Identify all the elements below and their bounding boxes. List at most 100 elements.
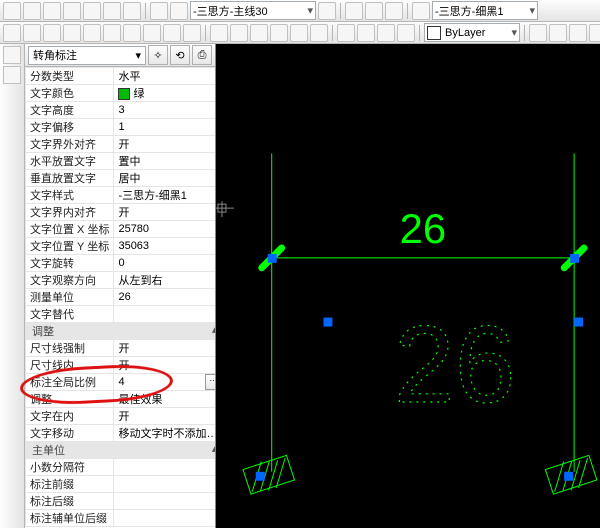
property-row[interactable]: 标注辅单位后缀 xyxy=(26,510,216,527)
property-value[interactable] xyxy=(114,459,215,476)
tool-icon[interactable] xyxy=(377,24,395,42)
tool-icon[interactable] xyxy=(63,2,81,20)
tool-icon[interactable] xyxy=(63,24,81,42)
property-value[interactable]: 置中 xyxy=(114,153,215,170)
tool-icon[interactable] xyxy=(163,24,181,42)
cell-more-button[interactable]: ⋯ xyxy=(205,374,215,390)
property-row[interactable]: 测量单位26 xyxy=(26,289,216,306)
property-row[interactable]: 文字观察方向从左到右 xyxy=(26,272,216,289)
palette-button[interactable]: ⟲ xyxy=(170,45,190,65)
property-row[interactable]: 标注前缀 xyxy=(26,476,216,493)
property-row[interactable]: 标注全局比例4⋯ xyxy=(26,374,216,391)
property-row[interactable]: 小数分隔符 xyxy=(26,459,216,476)
property-row[interactable]: 文字高度3 xyxy=(26,102,216,119)
tool-icon[interactable] xyxy=(290,24,308,42)
property-row[interactable]: 尺寸线内开 xyxy=(26,357,216,374)
tool-icon[interactable] xyxy=(549,24,567,42)
property-row[interactable]: 文字移动移动文字时不添加… xyxy=(26,425,216,442)
tool-icon[interactable] xyxy=(3,2,21,20)
linestyle-combo[interactable]: -三思方-主线30 ▾ xyxy=(190,1,316,20)
tool-icon[interactable] xyxy=(310,24,328,42)
property-value[interactable]: 开 xyxy=(114,357,215,374)
property-value[interactable]: 1 xyxy=(114,119,215,136)
tool-icon[interactable] xyxy=(569,24,587,42)
tool-icon[interactable] xyxy=(23,2,41,20)
property-row[interactable]: 文字样式-三思方-细黑1 xyxy=(26,187,216,204)
tool-icon[interactable] xyxy=(210,24,228,42)
property-value[interactable]: 35063 xyxy=(114,238,215,255)
tool-icon[interactable] xyxy=(270,24,288,42)
property-value[interactable] xyxy=(114,493,215,510)
tool-icon[interactable] xyxy=(103,2,121,20)
property-row[interactable]: 调整最佳效果 xyxy=(26,391,216,408)
property-row[interactable]: 水平放置文字置中 xyxy=(26,153,216,170)
tool-icon[interactable] xyxy=(43,24,61,42)
tool-icon[interactable] xyxy=(43,2,61,20)
tool-icon[interactable] xyxy=(365,2,383,20)
property-value[interactable]: 从左到右 xyxy=(114,272,215,289)
object-type-selector[interactable]: 转角标注 ▾ xyxy=(28,46,146,65)
tool-icon[interactable] xyxy=(83,24,101,42)
tool-icon[interactable] xyxy=(345,2,363,20)
property-row[interactable]: 文字在内开 xyxy=(26,408,216,425)
tool-icon[interactable] xyxy=(23,24,41,42)
property-value[interactable]: 居中 xyxy=(114,170,215,187)
dock-icon[interactable] xyxy=(3,66,21,84)
property-row[interactable]: 文字偏移1 xyxy=(26,119,216,136)
property-value[interactable]: 绿 xyxy=(114,85,215,102)
property-row[interactable]: 文字替代 xyxy=(26,306,216,323)
tool-icon[interactable] xyxy=(397,24,415,42)
property-value[interactable]: 4⋯ xyxy=(114,374,215,391)
property-value[interactable]: 26 xyxy=(114,289,215,306)
property-row[interactable]: 文字旋转0 xyxy=(26,255,216,272)
textstyle-combo[interactable]: -三思方-细黑1 ▾ xyxy=(432,1,538,20)
tool-icon[interactable] xyxy=(230,24,248,42)
tool-icon[interactable] xyxy=(123,24,141,42)
tool-icon[interactable] xyxy=(318,2,336,20)
bylayer-combo[interactable]: ByLayer ▾ xyxy=(424,23,520,42)
tool-icon[interactable] xyxy=(143,24,161,42)
property-row[interactable]: 标注后缀 xyxy=(26,493,216,510)
property-value[interactable]: 移动文字时不添加… xyxy=(114,425,215,442)
property-value[interactable] xyxy=(114,306,215,323)
property-value[interactable]: -三思方-细黑1 xyxy=(114,187,215,204)
tool-icon[interactable] xyxy=(170,2,188,20)
property-value[interactable]: 开 xyxy=(114,204,215,221)
property-value[interactable] xyxy=(114,510,215,527)
text-icon[interactable] xyxy=(412,2,430,20)
tool-icon[interactable] xyxy=(103,24,121,42)
drawing-canvas[interactable]: 26 26 xyxy=(216,44,600,528)
property-row[interactable]: 文字界外对齐开 xyxy=(26,136,216,153)
property-value[interactable]: 开 xyxy=(114,408,215,425)
property-row[interactable]: 文字位置 Y 坐标35063 xyxy=(26,238,216,255)
dock-icon[interactable] xyxy=(3,46,21,64)
tool-icon[interactable] xyxy=(529,24,547,42)
property-value[interactable]: 25780 xyxy=(114,221,215,238)
palette-button[interactable]: ✧ xyxy=(148,45,168,65)
property-row[interactable]: 文字颜色绿 xyxy=(26,85,216,102)
property-value[interactable]: 开 xyxy=(114,136,215,153)
property-row[interactable]: 分数类型水平 xyxy=(26,68,216,85)
property-row[interactable]: 垂直放置文字居中 xyxy=(26,170,216,187)
property-value[interactable]: 0 xyxy=(114,255,215,272)
tool-icon[interactable] xyxy=(385,2,403,20)
palette-body[interactable]: 分数类型水平文字颜色绿文字高度3文字偏移1文字界外对齐开水平放置文字置中垂直放置… xyxy=(25,67,215,528)
tool-icon[interactable] xyxy=(123,2,141,20)
tool-icon[interactable] xyxy=(357,24,375,42)
tool-icon[interactable] xyxy=(3,24,21,42)
tool-icon[interactable] xyxy=(250,24,268,42)
property-row[interactable]: 文字位置 X 坐标25780 xyxy=(26,221,216,238)
property-value[interactable]: 开 xyxy=(114,340,215,357)
tool-icon[interactable] xyxy=(150,2,168,20)
property-row[interactable]: 尺寸线强制开 xyxy=(26,340,216,357)
property-value[interactable] xyxy=(114,476,215,493)
tool-icon[interactable] xyxy=(83,2,101,20)
palette-button[interactable]: ⎙ xyxy=(192,45,212,65)
property-value[interactable]: 最佳效果 xyxy=(114,391,215,408)
property-row[interactable]: 文字界内对齐开 xyxy=(26,204,216,221)
tool-icon[interactable] xyxy=(183,24,201,42)
property-value[interactable]: 水平 xyxy=(114,68,215,85)
tool-icon[interactable] xyxy=(337,24,355,42)
category-header[interactable]: 主单位▴ xyxy=(26,442,216,459)
category-header[interactable]: 调整▴ xyxy=(26,323,216,340)
